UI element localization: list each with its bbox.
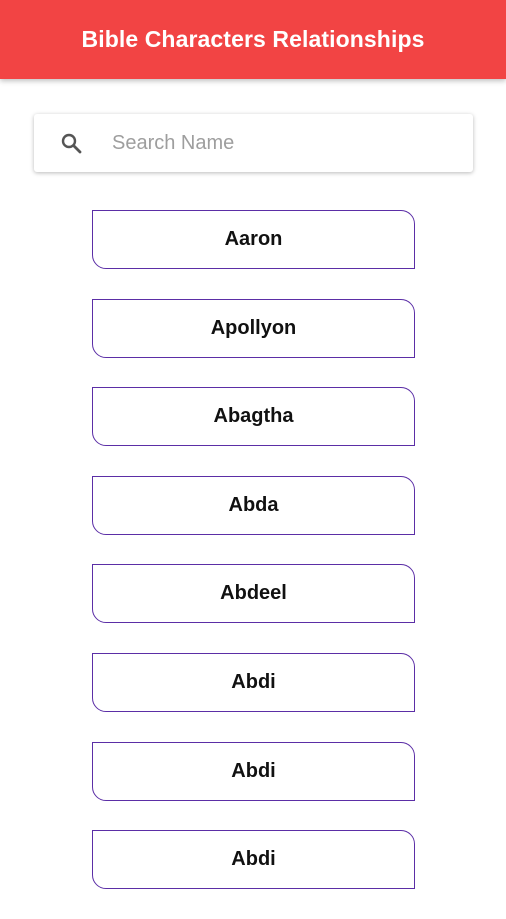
search-bar[interactable] [34,114,473,172]
character-button-abagtha[interactable]: Abagtha [92,387,415,447]
character-list: Aaron Apollyon Abagtha Abda Abdeel Abdi … [92,210,415,919]
character-button-aaron[interactable]: Aaron [92,210,415,269]
search-input[interactable] [110,130,454,156]
character-button-abda[interactable]: Abda [92,475,415,535]
character-button-abdi-1[interactable]: Abdi [92,652,415,712]
app-title: Bible Characters Relationships [81,26,425,52]
character-button-abdi-3[interactable]: Abdi [92,830,415,890]
character-button-abdeel[interactable]: Abdeel [92,564,415,624]
search-icon[interactable] [58,130,84,156]
app-bar: Bible Characters Relationships [0,0,506,79]
character-button-abdi-2[interactable]: Abdi [92,741,415,801]
character-button-apollyon[interactable]: Apollyon [92,298,415,358]
